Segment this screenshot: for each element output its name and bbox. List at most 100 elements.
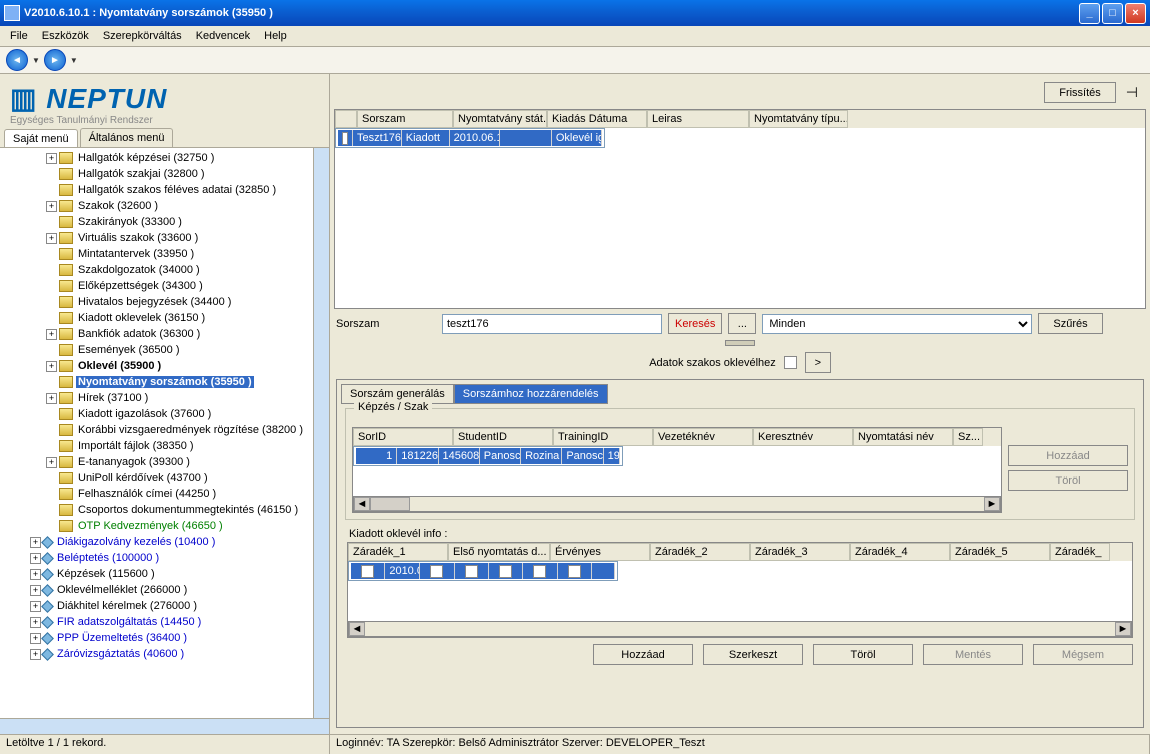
column-header[interactable] — [335, 110, 357, 128]
tree-item[interactable]: Szakdolgozatok (34000 ) — [2, 262, 311, 278]
grid-cell[interactable] — [523, 563, 557, 579]
column-header[interactable]: Záradék_4 — [850, 543, 950, 561]
oklevel-hscroll[interactable]: ◄ ► — [348, 621, 1132, 637]
tree-item[interactable]: Előképzettségek (34300 ) — [2, 278, 311, 294]
column-header[interactable]: Záradék_3 — [750, 543, 850, 561]
expand-icon[interactable]: + — [30, 553, 41, 564]
tree-item[interactable]: +Hallgatók képzései (32750 ) — [2, 150, 311, 166]
expand-icon[interactable]: + — [46, 201, 57, 212]
kepzes-del-button[interactable]: Töröl — [1008, 470, 1128, 491]
tree-item[interactable]: +Virtuális szakok (33600 ) — [2, 230, 311, 246]
expand-icon[interactable]: + — [46, 233, 57, 244]
tree-item[interactable]: +Hírek (37100 ) — [2, 390, 311, 406]
menu-fav[interactable]: Kedvencek — [190, 28, 256, 44]
mid-checkbox[interactable] — [784, 356, 797, 369]
expand-icon[interactable]: + — [46, 329, 57, 340]
action-edit[interactable]: Szerkeszt — [703, 644, 803, 665]
grid-cell[interactable]: Panosch — [480, 448, 521, 464]
checkbox[interactable] — [361, 565, 374, 578]
kepzes-add-button[interactable]: Hozzáad — [1008, 445, 1128, 466]
column-header[interactable]: SorID — [353, 428, 453, 446]
column-header[interactable]: Nyomtatvány stát... — [453, 110, 547, 128]
expand-icon[interactable]: + — [30, 585, 41, 596]
checkbox[interactable] — [499, 565, 512, 578]
grid-cell[interactable]: Teszt176 — [353, 130, 402, 146]
grid-cell[interactable] — [420, 563, 454, 579]
kepzes-grid[interactable]: SorIDStudentIDTrainingIDVezetéknévKeresz… — [352, 427, 1002, 513]
expand-icon[interactable]: + — [46, 361, 57, 372]
tree-item[interactable]: +Beléptetés (100000 ) — [2, 550, 311, 566]
mid-go-button[interactable]: > — [805, 352, 831, 373]
expand-icon[interactable]: + — [46, 393, 57, 404]
tree-item[interactable]: +FIR adatszolgáltatás (14450 ) — [2, 614, 311, 630]
grid-cell[interactable]: 2010.06.10. 11:25:5 — [450, 130, 501, 146]
column-header[interactable]: Záradék_1 — [348, 543, 448, 561]
tree-item[interactable]: +E-tananyagok (39300 ) — [2, 454, 311, 470]
search-button[interactable]: Keresés — [668, 313, 722, 334]
column-header[interactable]: Érvényes — [550, 543, 650, 561]
expand-icon[interactable]: + — [30, 537, 41, 548]
tree-item[interactable]: +PPP Üzemeltetés (36400 ) — [2, 630, 311, 646]
checkbox[interactable] — [533, 565, 546, 578]
hscroll-left-icon[interactable]: ◄ — [349, 622, 365, 636]
grid-cell[interactable] — [500, 130, 552, 146]
expand-icon[interactable]: + — [30, 569, 41, 580]
main-grid[interactable]: SorszamNyomtatvány stát...Kiadás DátumaL… — [334, 109, 1146, 309]
nav-back-dropdown[interactable]: ▼ — [32, 56, 40, 65]
expand-icon[interactable]: + — [30, 649, 41, 660]
tree-item[interactable]: Importált fájlok (38350 ) — [2, 438, 311, 454]
filter-button[interactable]: Szűrés — [1038, 313, 1102, 334]
expand-icon[interactable]: + — [30, 633, 41, 644]
hscroll-left-icon[interactable]: ◄ — [354, 497, 370, 511]
expand-icon[interactable]: + — [30, 601, 41, 612]
action-save[interactable]: Mentés — [923, 644, 1023, 665]
refresh-button[interactable]: Frissítés — [1044, 82, 1116, 103]
column-header[interactable]: Nyomtatási név — [853, 428, 953, 446]
nav-forward-button[interactable]: ► — [44, 49, 66, 71]
column-header[interactable]: Záradék_5 — [950, 543, 1050, 561]
nav-back-button[interactable]: ◄ — [6, 49, 28, 71]
column-header[interactable]: Vezetéknév — [653, 428, 753, 446]
tree-item[interactable]: +Szakok (32600 ) — [2, 198, 311, 214]
column-header[interactable]: Záradék_2 — [650, 543, 750, 561]
menu-help[interactable]: Help — [258, 28, 293, 44]
tree-item[interactable]: Szakirányok (33300 ) — [2, 214, 311, 230]
tree-item[interactable]: +Képzések (115600 ) — [2, 566, 311, 582]
grid-cell[interactable]: 19 — [604, 448, 620, 464]
grid-cell[interactable]: 1812260 — [397, 448, 438, 464]
tree-item[interactable]: +Diákhitel kérelmek (276000 ) — [2, 598, 311, 614]
grid-cell[interactable]: Rozina — [521, 448, 562, 464]
tree-scrollbar-v[interactable] — [313, 148, 329, 718]
tree-item[interactable]: Nyomtatvány sorszámok (35950 ) — [2, 374, 311, 390]
grid-cell[interactable]: Oklevél igazolás — [552, 130, 602, 146]
tree-item[interactable]: +Záróvizsgáztatás (40600 ) — [2, 646, 311, 662]
grid-cell[interactable] — [338, 130, 353, 146]
grid-cell[interactable] — [455, 563, 489, 579]
grid-cell[interactable]: 14560865 — [439, 448, 480, 464]
grid-cell[interactable] — [592, 563, 615, 579]
search-input[interactable] — [442, 314, 662, 334]
close-button[interactable]: × — [1125, 3, 1146, 24]
tree-item[interactable]: Hivatalos bejegyzések (34400 ) — [2, 294, 311, 310]
grid-cell[interactable]: Panosch Rozina — [562, 448, 603, 464]
tree-item[interactable]: Kiadott oklevelek (36150 ) — [2, 310, 311, 326]
tree-scrollbar-h[interactable] — [0, 718, 329, 734]
action-del[interactable]: Töröl — [813, 644, 913, 665]
grid-cell[interactable]: 1 — [356, 448, 397, 464]
action-add[interactable]: Hozzáad — [593, 644, 693, 665]
checkbox[interactable] — [568, 565, 581, 578]
checkbox[interactable] — [430, 565, 443, 578]
grid-cell[interactable] — [489, 563, 523, 579]
grid-cell[interactable] — [558, 563, 592, 579]
tree-item[interactable]: +Oklevél (35900 ) — [2, 358, 311, 374]
checkbox[interactable] — [465, 565, 478, 578]
menu-file[interactable]: File — [4, 28, 34, 44]
column-header[interactable]: Nyomtatvány típu... — [749, 110, 848, 128]
sidetab-general[interactable]: Általános menü — [80, 128, 174, 147]
nav-forward-dropdown[interactable]: ▼ — [70, 56, 78, 65]
tree-item[interactable]: Felhasználók címei (44250 ) — [2, 486, 311, 502]
sidetab-own[interactable]: Saját menü — [4, 129, 78, 148]
oklevel-grid[interactable]: Záradék_1Első nyomtatás d...ÉrvényesZára… — [347, 542, 1133, 638]
browse-button[interactable]: ... — [728, 313, 756, 334]
column-header[interactable]: StudentID — [453, 428, 553, 446]
